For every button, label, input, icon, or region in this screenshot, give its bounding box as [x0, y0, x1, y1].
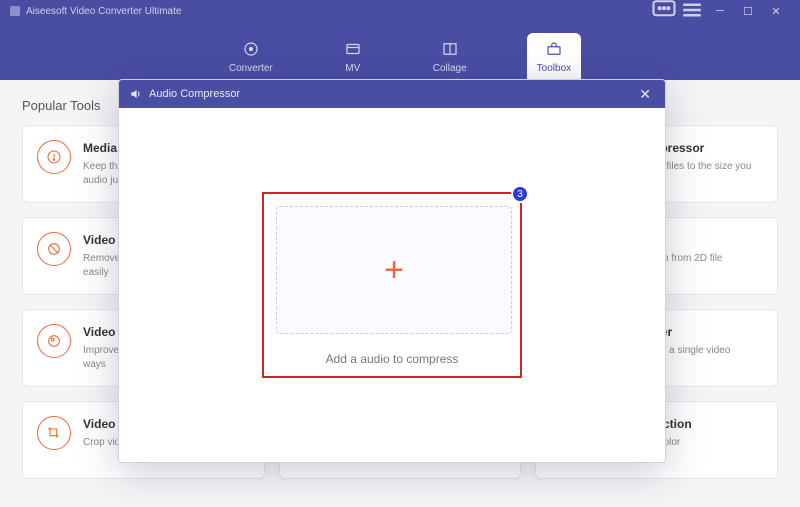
highlight-box: 3 + Add a audio to compress — [262, 192, 522, 378]
collage-icon — [440, 39, 460, 59]
speaker-icon — [129, 87, 143, 101]
audio-compressor-dialog: Audio Compressor ✕ 3 + Add a audio to co… — [118, 79, 666, 463]
feedback-icon[interactable] — [650, 0, 678, 27]
maximize-button[interactable]: ☐ — [734, 5, 762, 18]
dialog-body: 3 + Add a audio to compress — [119, 108, 665, 462]
converter-icon — [241, 39, 261, 59]
tool-icon — [37, 324, 71, 358]
tool-icon — [37, 232, 71, 266]
step-badge: 3 — [511, 185, 529, 203]
tab-label: MV — [345, 63, 360, 74]
app-logo — [10, 6, 20, 16]
main-tabs: Converter MV Collage Toolbox — [0, 22, 800, 80]
titlebar: Aiseesoft Video Converter Ultimate ─ ☐ ✕ — [0, 0, 800, 22]
app-title: Aiseesoft Video Converter Ultimate — [26, 6, 181, 17]
tab-toolbox[interactable]: Toolbox — [527, 33, 581, 80]
dialog-title: Audio Compressor — [149, 88, 240, 100]
tab-converter[interactable]: Converter — [219, 33, 283, 80]
mv-icon — [343, 39, 363, 59]
menu-icon[interactable] — [678, 0, 706, 27]
tab-label: Toolbox — [537, 63, 571, 74]
close-button[interactable]: ✕ — [762, 5, 790, 18]
tool-icon — [37, 416, 71, 450]
tab-collage[interactable]: Collage — [423, 33, 477, 80]
toolbox-icon — [544, 39, 564, 59]
plus-icon: + — [384, 253, 404, 287]
tool-icon — [37, 140, 71, 174]
dropzone-caption: Add a audio to compress — [264, 346, 520, 376]
tab-mv[interactable]: MV — [333, 33, 373, 80]
tab-label: Converter — [229, 63, 273, 74]
dialog-header: Audio Compressor ✕ — [119, 80, 665, 108]
add-audio-dropzone[interactable]: + — [276, 206, 512, 334]
dialog-close-button[interactable]: ✕ — [635, 86, 655, 103]
tab-label: Collage — [433, 63, 467, 74]
minimize-button[interactable]: ─ — [706, 5, 734, 17]
